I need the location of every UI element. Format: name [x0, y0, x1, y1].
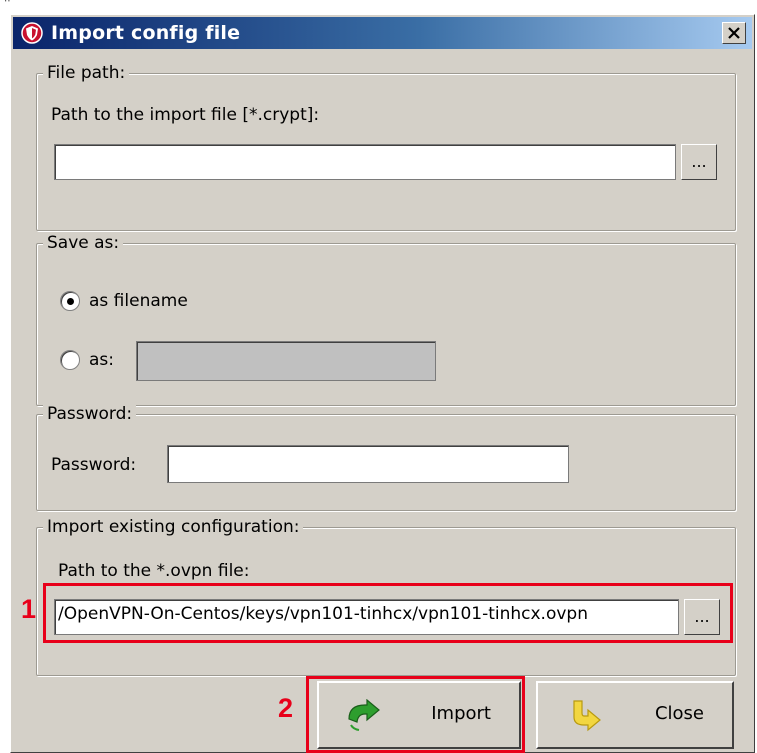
import-file-label: Path to the import file [*.crypt]: [51, 105, 320, 125]
file-path-group-label: File path: [43, 62, 130, 84]
as-filename-radio[interactable] [60, 291, 80, 311]
import-file-browse-button[interactable]: ... [681, 144, 717, 180]
import-file-path-input[interactable] [54, 144, 676, 180]
password-label: Password: [51, 455, 137, 475]
password-group-label: Password: [43, 403, 137, 425]
save-as-group: Save as: as filename as: [36, 232, 736, 406]
corner-mark: '' [4, 0, 11, 10]
save-as-name-input[interactable] [136, 341, 436, 381]
close-window-button[interactable] [722, 22, 746, 44]
yellow-arrow-icon [573, 700, 601, 732]
ovpn-file-label: Path to the *.ovpn file: [58, 561, 250, 581]
as-custom-radio[interactable] [60, 350, 80, 370]
close-button-label: Close [654, 703, 704, 724]
password-input[interactable] [167, 445, 569, 483]
shield-icon [21, 22, 43, 44]
as-filename-label[interactable]: as filename [89, 290, 188, 312]
annotation-box-2 [306, 676, 525, 753]
window-title: Import config file [51, 22, 241, 44]
close-button[interactable]: Close [536, 681, 734, 749]
password-group: Password: Password: [36, 403, 736, 511]
annotation-step-2: 2 [278, 693, 294, 723]
close-icon [728, 27, 740, 39]
title-bar[interactable]: Import config file [13, 17, 752, 49]
file-path-group: File path: Path to the import file [*.cr… [36, 62, 736, 231]
annotation-box-1 [43, 583, 733, 643]
as-custom-label[interactable]: as: [89, 349, 114, 371]
import-existing-group-label: Import existing configuration: [43, 516, 304, 538]
save-as-group-label: Save as: [43, 232, 124, 254]
annotation-step-1: 1 [21, 594, 37, 624]
